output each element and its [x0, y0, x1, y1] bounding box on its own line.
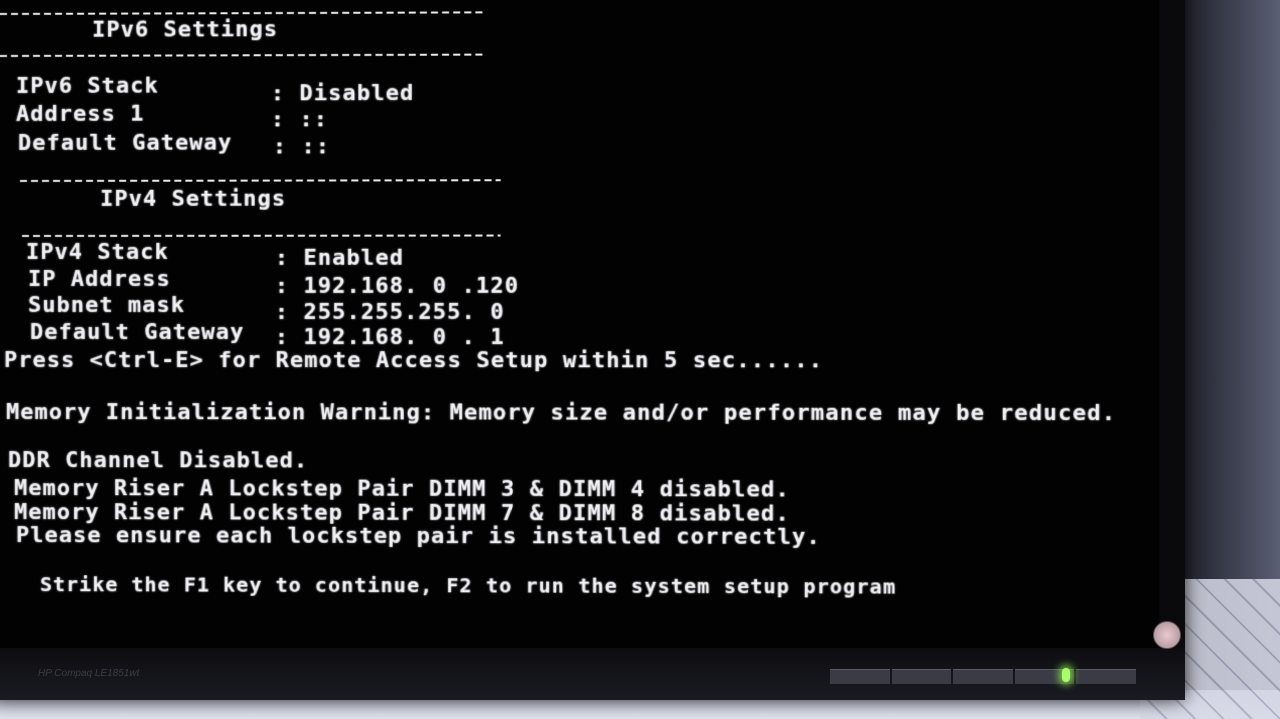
monitor-bezel: IPv6 Settings IPv6 Stack : Disabled Addr…: [0, 0, 1185, 700]
ipv6-stack-value: : Disabled: [270, 80, 415, 107]
ipv6-address-label: Address 1: [16, 101, 145, 127]
remote-access-prompt: Press <Ctrl-E> for Remote Access Setup w…: [3, 348, 824, 374]
separator: [0, 53, 483, 57]
riser-pair-1-disabled: Memory Riser A Lockstep Pair DIMM 3 & DI…: [14, 476, 790, 503]
monitor-brand-label: HP Compaq LE1851wt: [38, 668, 140, 679]
ipv4-stack-value: : Enabled: [274, 245, 404, 271]
ipv4-gateway-value: : 192.168. 0 . 1: [274, 325, 505, 351]
ddr-channel-disabled: DDR Channel Disabled.: [7, 448, 309, 474]
monitor-button[interactable]: [830, 669, 890, 684]
ipv6-settings-header: IPv6 Settings: [92, 17, 278, 43]
separator: [20, 179, 501, 182]
subnet-mask-label: Subnet mask: [28, 292, 186, 318]
subnet-mask-value: : 255.255.255. 0: [274, 299, 505, 326]
separator: [22, 234, 501, 237]
monitor-button[interactable]: [953, 669, 1013, 684]
monitor-logo-icon: [1153, 621, 1181, 649]
monitor-button-bar: [830, 669, 1136, 684]
bios-screen: IPv6 Settings IPv6 Stack : Disabled Addr…: [0, 0, 1160, 653]
separator: [0, 11, 483, 15]
memory-warning: Memory Initialization Warning: Memory si…: [5, 400, 1117, 427]
monitor-button[interactable]: [891, 669, 952, 684]
ip-address-value: : 192.168. 0 .120: [274, 273, 520, 299]
ipv4-stack-label: IPv4 Stack: [26, 239, 169, 265]
ipv6-gateway-value: : ::: [272, 134, 331, 160]
power-led-icon: [1062, 668, 1070, 682]
monitor-button[interactable]: [1076, 669, 1136, 684]
ip-address-label: IP Address: [28, 266, 171, 292]
lockstep-install-note: Please ensure each lockstep pair is inst…: [16, 523, 821, 551]
ipv6-gateway-label: Default Gateway: [18, 130, 233, 156]
ipv6-address-value: : ::: [270, 107, 329, 133]
continue-setup-prompt: Strike the F1 key to continue, F2 to run…: [40, 572, 897, 599]
ipv4-settings-header: IPv4 Settings: [100, 186, 287, 212]
ipv6-stack-label: IPv6 Stack: [16, 73, 159, 99]
ipv4-gateway-label: Default Gateway: [30, 319, 245, 346]
